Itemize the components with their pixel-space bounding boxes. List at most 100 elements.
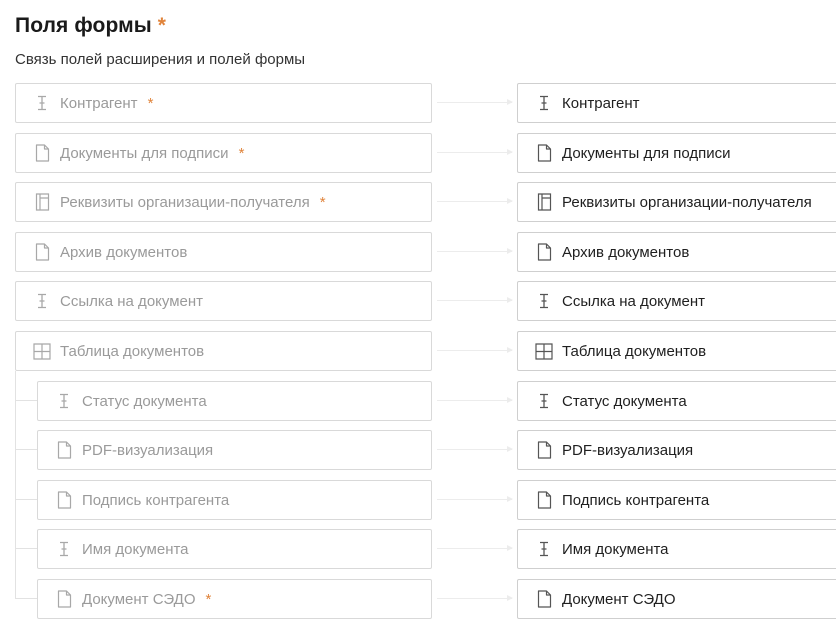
- file-icon: [535, 441, 553, 459]
- tree-branch-line: [15, 598, 37, 599]
- mapping-row: Документы для подписи * Документы для подп…: [0, 133, 836, 173]
- extension-field-label: Документы для подписи: [60, 144, 229, 162]
- mapping-arrow: [437, 595, 513, 601]
- text-cursor-icon: [535, 540, 553, 558]
- extension-field-label: Контрагент: [60, 94, 138, 112]
- file-icon: [33, 144, 51, 162]
- mapping-arrow: [437, 248, 513, 254]
- mapping-row: Ссылка на документ Ссылка на документ: [0, 281, 836, 321]
- extension-field-label: Таблица документов: [60, 342, 205, 360]
- extension-field-label: PDF-визуализация: [82, 441, 214, 459]
- text-cursor-icon: [535, 292, 553, 310]
- extension-field[interactable]: Документ СЭДО *: [37, 579, 432, 619]
- file-icon: [55, 590, 73, 608]
- form-field-label: Подпись контрагента: [562, 491, 710, 509]
- tree-branch-line: [15, 449, 37, 450]
- mapping-row: Архив документов Архив документов: [0, 232, 836, 272]
- page-title-text: Поля формы: [15, 14, 152, 37]
- file-icon: [33, 243, 51, 261]
- form-field-label: Архив документов: [562, 243, 690, 261]
- form-field-label: PDF-визуализация: [562, 441, 694, 459]
- extension-field[interactable]: Статус документа: [37, 381, 432, 421]
- extension-field-label: Архив документов: [60, 243, 188, 261]
- tree-trunk-line: [15, 371, 16, 599]
- extension-field-label: Реквизиты организации-получателя: [60, 193, 310, 211]
- form-field-label: Документы для подписи: [562, 144, 731, 162]
- extension-field-label: Ссылка на документ: [60, 292, 204, 310]
- extension-field[interactable]: Имя документа: [37, 529, 432, 569]
- extension-field[interactable]: Контрагент *: [15, 83, 432, 123]
- form-field[interactable]: PDF-визуализация: [517, 430, 836, 470]
- mapping-arrow: [437, 545, 513, 551]
- form-icon: [33, 193, 51, 211]
- extension-field-label: Имя документа: [82, 540, 189, 558]
- text-cursor-icon: [33, 292, 51, 310]
- form-field[interactable]: Документы для подписи: [517, 133, 836, 173]
- table-icon: [535, 342, 553, 360]
- text-cursor-icon: [535, 392, 553, 410]
- extension-field[interactable]: Архив документов: [15, 232, 432, 272]
- form-field-label: Реквизиты организации-получателя: [562, 193, 812, 211]
- tree-branch-line: [15, 548, 37, 549]
- form-field[interactable]: Ссылка на документ: [517, 281, 836, 321]
- extension-field[interactable]: Таблица документов: [15, 331, 432, 371]
- file-icon: [535, 491, 553, 509]
- mapping-arrow: [437, 496, 513, 502]
- form-field[interactable]: Архив документов: [517, 232, 836, 272]
- form-field[interactable]: Документ СЭДО: [517, 579, 836, 619]
- extension-field[interactable]: Документы для подписи *: [15, 133, 432, 173]
- mapping-arrow: [437, 297, 513, 303]
- form-field[interactable]: Имя документа: [517, 529, 836, 569]
- required-mark: *: [238, 144, 245, 162]
- extension-field[interactable]: Ссылка на документ: [15, 281, 432, 321]
- required-mark: *: [205, 590, 212, 608]
- mapping-row: Таблица документов Таблица документов: [0, 331, 836, 371]
- form-icon: [535, 193, 553, 211]
- text-cursor-icon: [33, 94, 51, 112]
- text-cursor-icon: [55, 540, 73, 558]
- form-field-label: Контрагент: [562, 94, 640, 112]
- extension-field[interactable]: Подпись контрагента: [37, 480, 432, 520]
- file-icon: [535, 144, 553, 162]
- extension-field[interactable]: Реквизиты организации-получателя *: [15, 182, 432, 222]
- mapping-arrow: [437, 99, 513, 105]
- file-icon: [535, 590, 553, 608]
- mapping-row: Документ СЭДО * Документ СЭДО: [0, 579, 836, 619]
- form-field[interactable]: Контрагент: [517, 83, 836, 123]
- required-mark: *: [157, 14, 167, 37]
- mapping-row: Подпись контрагента Подпись контрагента: [0, 480, 836, 520]
- mapping-arrow: [437, 397, 513, 403]
- tree-branch-line: [15, 499, 37, 500]
- file-icon: [55, 491, 73, 509]
- file-icon: [535, 243, 553, 261]
- form-field-label: Статус документа: [562, 392, 687, 410]
- form-field-label: Документ СЭДО: [562, 590, 676, 608]
- mapping-arrow: [437, 446, 513, 452]
- page-title: Поля формы *: [15, 14, 166, 38]
- mapping-arrow: [437, 149, 513, 155]
- text-cursor-icon: [535, 94, 553, 112]
- form-field[interactable]: Статус документа: [517, 381, 836, 421]
- mapping-row: Контрагент * Контрагент: [0, 83, 836, 123]
- mapping-row: Имя документа Имя документа: [0, 529, 836, 569]
- extension-field-label: Подпись контрагента: [82, 491, 230, 509]
- extension-field[interactable]: PDF-визуализация: [37, 430, 432, 470]
- mapping-row: PDF-визуализация PDF-визуализация: [0, 430, 836, 470]
- form-field-label: Имя документа: [562, 540, 669, 558]
- extension-field-label: Статус документа: [82, 392, 207, 410]
- required-mark: *: [147, 94, 154, 112]
- mapping-arrow: [437, 198, 513, 204]
- form-field-label: Таблица документов: [562, 342, 707, 360]
- tree-branch-line: [15, 400, 37, 401]
- form-field[interactable]: Реквизиты организации-получателя: [517, 182, 836, 222]
- extension-field-label: Документ СЭДО: [82, 590, 196, 608]
- page-subtitle: Связь полей расширения и полей формы: [15, 51, 306, 68]
- text-cursor-icon: [55, 392, 73, 410]
- table-icon: [33, 342, 51, 360]
- form-field-label: Ссылка на документ: [562, 292, 706, 310]
- form-field[interactable]: Подпись контрагента: [517, 480, 836, 520]
- form-field[interactable]: Таблица документов: [517, 331, 836, 371]
- required-mark: *: [319, 193, 326, 211]
- mapping-row: Реквизиты организации-получателя * Реквизи…: [0, 182, 836, 222]
- file-icon: [55, 441, 73, 459]
